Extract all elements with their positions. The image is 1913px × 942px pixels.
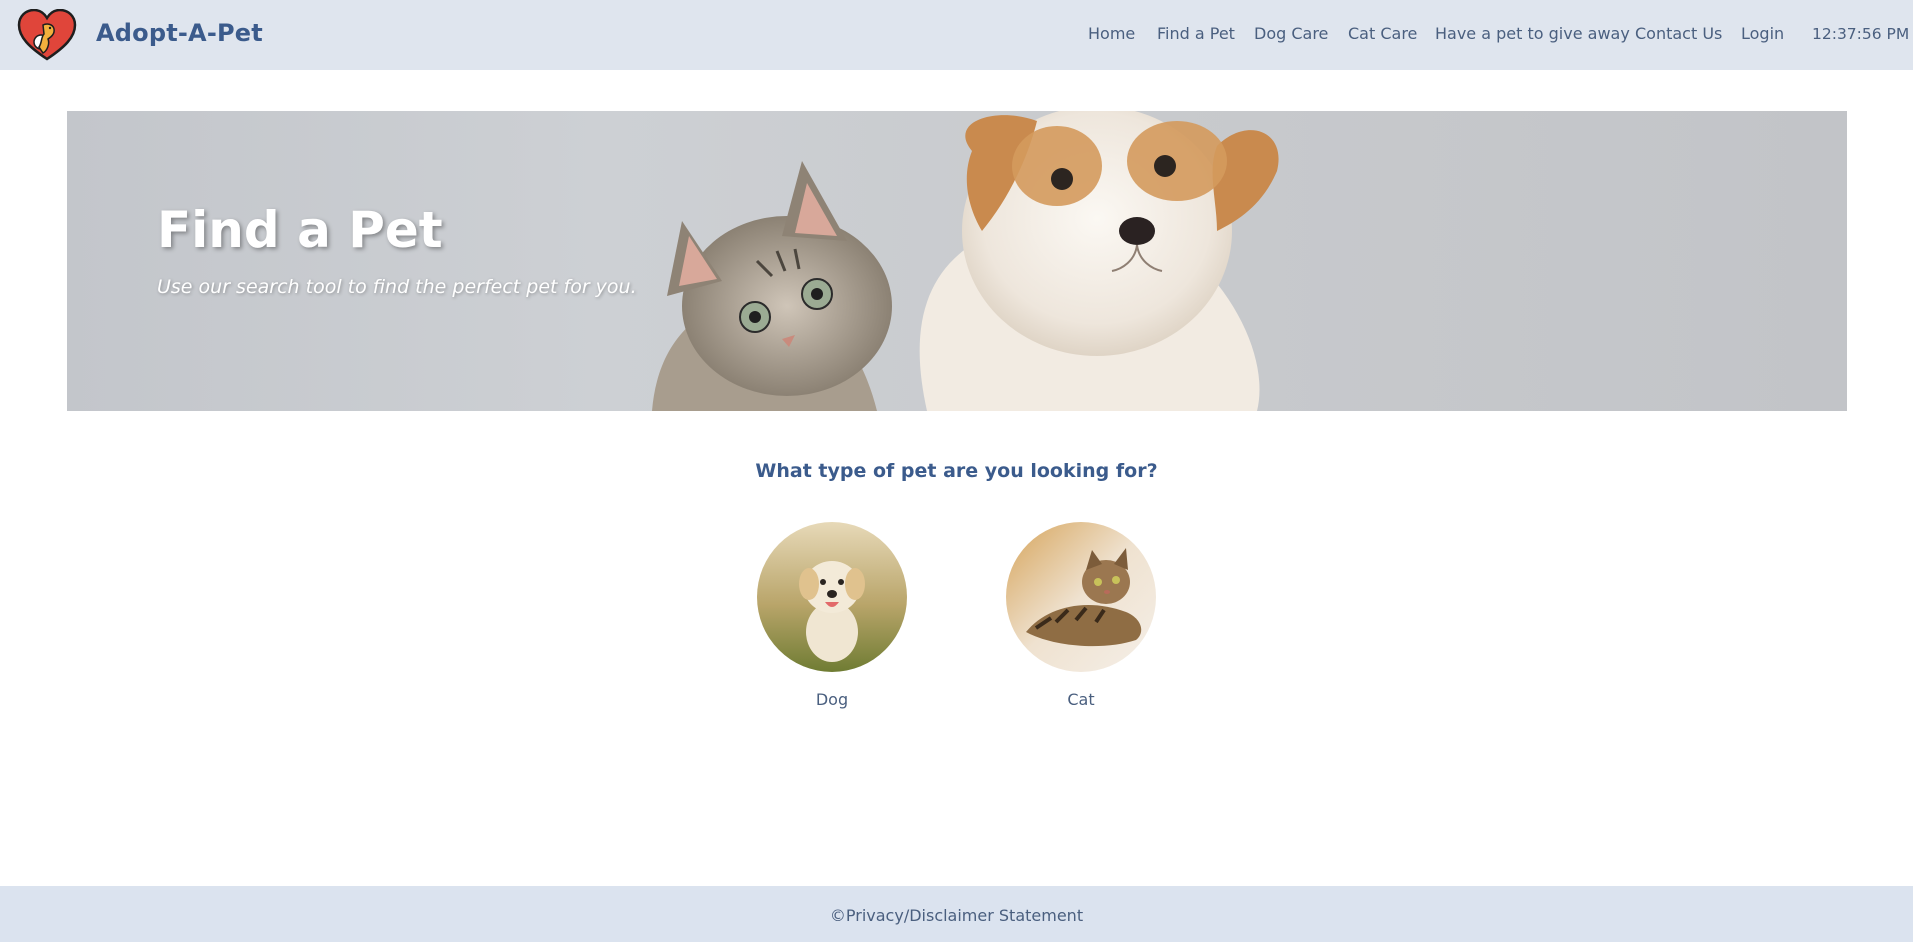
nav-contact-us[interactable]: Contact Us xyxy=(1635,24,1722,43)
nav-give-away[interactable]: Have a pet to give away xyxy=(1435,24,1630,43)
dog-photo-icon[interactable] xyxy=(757,522,907,672)
pet-option-cat-label[interactable]: Cat xyxy=(1005,690,1157,709)
hero-title: Find a Pet xyxy=(157,201,443,259)
pet-option-dog[interactable]: Dog xyxy=(756,522,908,709)
nav-dog-care[interactable]: Dog Care xyxy=(1254,24,1328,43)
nav-find-a-pet[interactable]: Find a Pet xyxy=(1157,24,1235,43)
pet-type-question: What type of pet are you looking for? xyxy=(755,460,1158,482)
nav-login[interactable]: Login xyxy=(1741,24,1784,43)
privacy-disclaimer-link[interactable]: ©Privacy/Disclaimer Statement xyxy=(830,906,1083,925)
top-navigation-bar: Adopt-A-Pet Home Find a Pet Dog Care Cat… xyxy=(0,0,1913,70)
site-footer: ©Privacy/Disclaimer Statement xyxy=(0,886,1913,942)
clock-time: 12:37:56 PM xyxy=(1812,25,1910,43)
kitten-puppy-illustration xyxy=(652,111,1279,411)
hero-subtitle: Use our search tool to find the perfect … xyxy=(157,276,637,298)
pet-option-dog-label[interactable]: Dog xyxy=(756,690,908,709)
pet-option-cat[interactable]: Cat xyxy=(1005,522,1157,709)
nav-cat-care[interactable]: Cat Care xyxy=(1348,24,1417,43)
cat-photo-icon[interactable] xyxy=(1006,522,1156,672)
main-nav: Home Find a Pet Dog Care Cat Care Have a… xyxy=(0,24,1913,46)
nav-home[interactable]: Home xyxy=(1088,24,1135,43)
hero-banner: Find a Pet Use our search tool to find t… xyxy=(67,111,1847,411)
